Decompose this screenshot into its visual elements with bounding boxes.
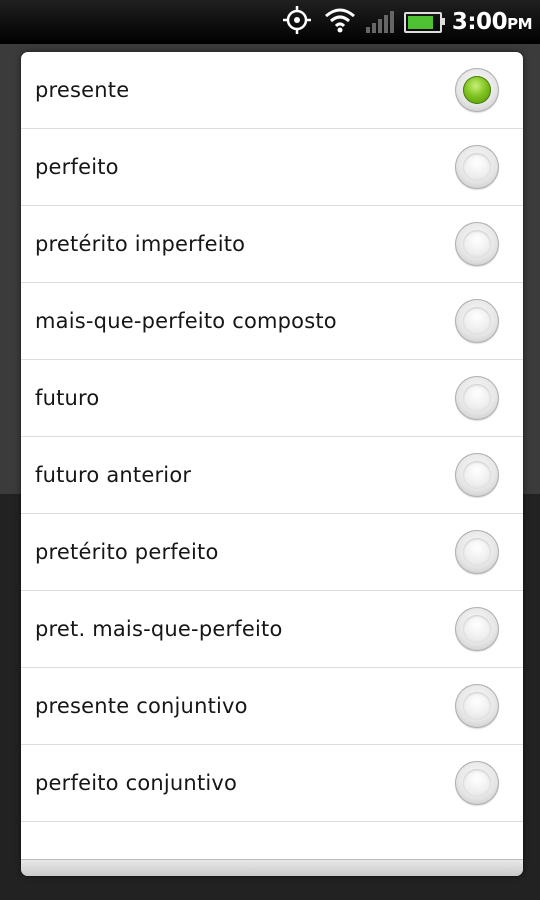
status-bar: 3:00PM [0,0,540,44]
radio-button[interactable] [455,607,499,651]
tense-option[interactable]: presente conjuntivo [21,668,523,745]
radio-button[interactable] [455,530,499,574]
tense-option[interactable]: pret. mais-que-perfeito [21,591,523,668]
tense-option[interactable]: futuro [21,360,523,437]
radio-button[interactable] [455,761,499,805]
tense-option-label: perfeito [35,155,119,179]
status-time: 3:00PM [451,9,533,35]
status-icons: 3:00PM [280,4,532,40]
radio-button[interactable] [455,376,499,420]
tense-option-label: mais-que-perfeito composto [35,309,337,333]
radio-button[interactable] [455,684,499,728]
tense-option[interactable]: pretérito imperfeito [21,206,523,283]
gps-icon [280,5,314,39]
tense-option[interactable]: futuro anterior [21,437,523,514]
tense-option-label: pretérito imperfeito [35,232,246,256]
tense-option-list: presente perfeito pretérito imperfeito mais… [21,52,523,822]
radio-button[interactable] [455,299,499,343]
tense-option-label: futuro anterior [35,463,192,487]
tense-option-label: presente [35,78,130,102]
battery-level [407,15,434,29]
signal-icon [365,11,394,33]
wifi-icon [324,6,356,38]
battery-icon [403,11,445,33]
tense-option-label: presente conjuntivo [35,694,248,718]
radio-button-checked[interactable] [455,68,499,112]
radio-button[interactable] [455,145,499,189]
dialog-bottom-edge [21,859,523,876]
tense-option-label: futuro [35,386,100,410]
tense-option[interactable]: presente [21,52,523,129]
tense-option[interactable]: mais-que-perfeito composto [21,283,523,360]
tense-option-label: pretérito perfeito [35,540,219,564]
tense-option-label: perfeito conjuntivo [35,771,238,795]
tense-option-label: pret. mais-que-perfeito [35,617,283,641]
radio-button[interactable] [455,222,499,266]
radio-button[interactable] [455,453,499,497]
tense-option[interactable]: pretérito perfeito [21,514,523,591]
tense-selection-dialog: presente perfeito pretérito imperfeito mais… [21,52,523,876]
tense-option[interactable]: perfeito conjuntivo [21,745,523,822]
tense-option[interactable]: perfeito [21,129,523,206]
